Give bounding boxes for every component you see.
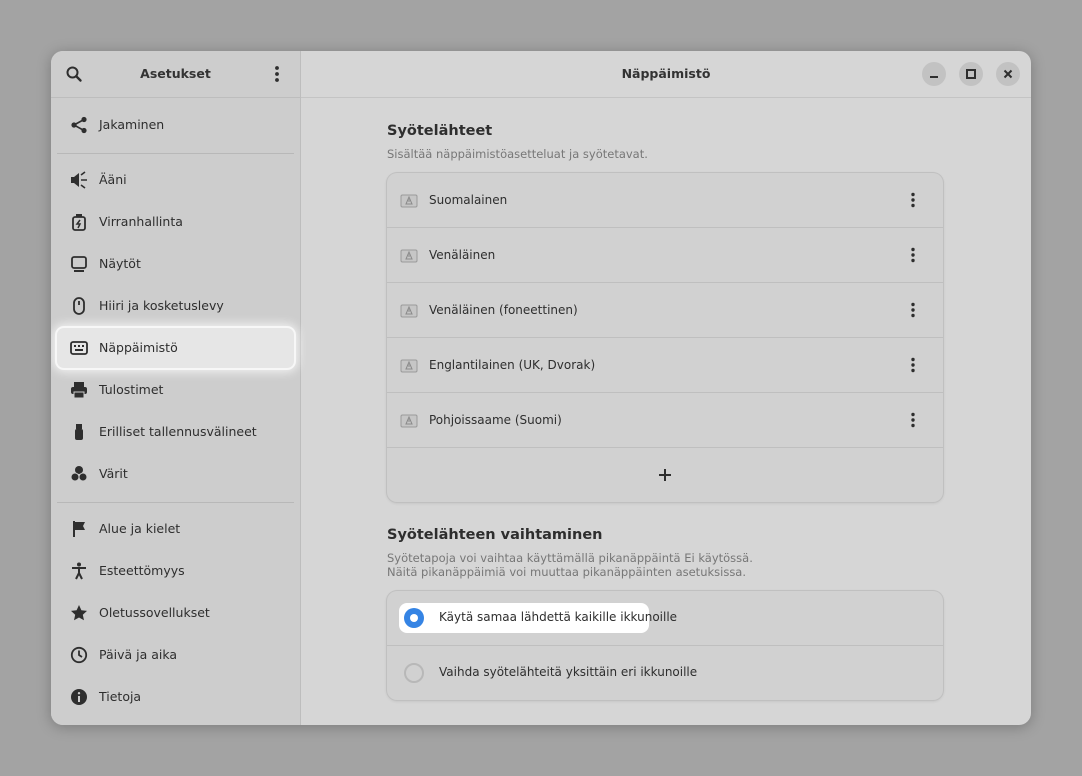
more-vertical-icon[interactable]: [903, 245, 923, 265]
maximize-icon: [966, 69, 976, 79]
keyboard-layout-icon: [400, 303, 418, 318]
minimize-button[interactable]: [922, 62, 946, 86]
input-sources-list: Suomalainen Venäläinen Venäläinen (fonee…: [387, 173, 943, 502]
sidebar-item-sharing[interactable]: Jakaminen: [57, 105, 294, 145]
keyboard-layout-icon: [400, 358, 418, 373]
sidebar-item-label: Tietoja: [99, 689, 142, 704]
input-source-label: Suomalainen: [429, 193, 508, 207]
main-header: Näppäimistö: [301, 51, 1031, 98]
sidebar: Asetukset Jakaminen Ääni Virranhallinta …: [51, 51, 301, 725]
sidebar-item-displays[interactable]: Näytöt: [57, 244, 294, 284]
radio-same-source[interactable]: Käytä samaa lähdettä kaikille ikkunoille: [387, 591, 943, 646]
sidebar-separator: [57, 502, 294, 503]
sidebar-header: Asetukset: [51, 51, 300, 98]
sidebar-item-sound[interactable]: Ääni: [57, 160, 294, 200]
display-icon: [70, 255, 88, 273]
add-input-source-button[interactable]: [387, 448, 943, 502]
sidebar-item-label: Tulostimet: [99, 382, 164, 397]
sidebar-item-label: Ääni: [99, 172, 127, 187]
sidebar-item-about[interactable]: Tietoja: [57, 677, 294, 717]
sidebar-item-label: Esteettömyys: [99, 563, 185, 578]
input-sources-subtitle: Sisältää näppäimistöasetteluat ja syötet…: [387, 147, 648, 161]
keyboard-layout-icon: [400, 193, 418, 208]
minimize-icon: [930, 76, 938, 78]
list-item[interactable]: Venäläinen (foneettinen): [387, 283, 943, 338]
input-source-label: Venäläinen: [429, 248, 496, 262]
sidebar-item-label: Hiiri ja kosketuslevy: [99, 298, 224, 313]
battery-icon: [70, 213, 88, 231]
sidebar-item-label: Päivä ja aika: [99, 647, 178, 662]
plus-icon: [659, 469, 671, 481]
info-icon: [70, 688, 88, 706]
sidebar-item-label: Virranhallinta: [99, 214, 183, 229]
sidebar-item-colors[interactable]: Värit: [57, 454, 294, 494]
close-icon: [1003, 69, 1013, 79]
radio-label: Käytä samaa lähdettä kaikille ikkunoille: [439, 610, 678, 624]
accessibility-icon: [70, 562, 88, 580]
mouse-icon: [70, 297, 88, 315]
switching-subtitle-2: Näitä pikanäppäimiä voi muuttaa pikanäpp…: [387, 565, 747, 579]
share-icon: [70, 116, 88, 134]
sidebar-item-default-apps[interactable]: Oletussovellukset: [57, 593, 294, 633]
switching-options: Käytä samaa lähdettä kaikille ikkunoille…: [387, 591, 943, 700]
switching-title: Syötelähteen vaihtaminen: [387, 527, 603, 543]
input-source-label: Venäläinen (foneettinen): [429, 303, 578, 317]
input-source-label: Englantilainen (UK, Dvorak): [429, 358, 596, 372]
usb-drive-icon: [70, 423, 88, 441]
list-item[interactable]: Pohjoissaame (Suomi): [387, 393, 943, 448]
sidebar-item-label: Erilliset tallennusvälineet: [99, 424, 257, 439]
flag-icon: [70, 520, 88, 538]
main-content: Näppäimistö Syötelähteet Sisältää näppäi…: [301, 51, 1031, 725]
sidebar-item-label: Jakaminen: [99, 117, 165, 132]
sidebar-item-label: Oletussovellukset: [99, 605, 210, 620]
radio-button-checked[interactable]: [404, 608, 424, 628]
radio-per-window[interactable]: Vaihda syötelähteitä yksittäin eri ikkun…: [387, 646, 943, 700]
more-vertical-icon[interactable]: [903, 355, 923, 375]
radio-label: Vaihda syötelähteitä yksittäin eri ikkun…: [439, 665, 698, 679]
keyboard-layout-icon: [400, 413, 418, 428]
close-button[interactable]: [996, 62, 1020, 86]
speaker-icon: [70, 171, 88, 189]
settings-window: Asetukset Jakaminen Ääni Virranhallinta …: [51, 51, 1031, 725]
more-vertical-icon[interactable]: [267, 64, 287, 84]
sidebar-item-label: Näppäimistö: [99, 340, 178, 355]
star-icon: [70, 604, 88, 622]
printer-icon: [70, 381, 88, 399]
sidebar-separator: [57, 153, 294, 154]
more-vertical-icon[interactable]: [903, 300, 923, 320]
maximize-button[interactable]: [959, 62, 983, 86]
input-source-label: Pohjoissaame (Suomi): [429, 413, 562, 427]
sidebar-title: Asetukset: [140, 66, 211, 81]
sidebar-item-date-time[interactable]: Päivä ja aika: [57, 635, 294, 675]
sidebar-item-label: Näytöt: [99, 256, 141, 271]
keyboard-icon: [70, 339, 88, 357]
list-item[interactable]: Venäläinen: [387, 228, 943, 283]
color-icon: [70, 465, 88, 483]
keyboard-layout-icon: [400, 248, 418, 263]
sidebar-item-label: Värit: [99, 466, 128, 481]
sidebar-item-region[interactable]: Alue ja kielet: [57, 509, 294, 549]
input-sources-title: Syötelähteet: [387, 123, 493, 139]
sidebar-item-accessibility[interactable]: Esteettömyys: [57, 551, 294, 591]
list-item[interactable]: Suomalainen: [387, 173, 943, 228]
radio-button-unchecked[interactable]: [404, 663, 424, 683]
sidebar-item-power[interactable]: Virranhallinta: [57, 202, 294, 242]
list-item[interactable]: Englantilainen (UK, Dvorak): [387, 338, 943, 393]
more-vertical-icon[interactable]: [903, 190, 923, 210]
sidebar-item-printers[interactable]: Tulostimet: [57, 370, 294, 410]
sidebar-item-label: Alue ja kielet: [99, 521, 181, 536]
switching-subtitle-1: Syötetapoja voi vaihtaa käyttämällä pika…: [387, 551, 753, 565]
clock-icon: [70, 646, 88, 664]
sidebar-item-mouse[interactable]: Hiiri ja kosketuslevy: [57, 286, 294, 326]
more-vertical-icon[interactable]: [903, 410, 923, 430]
sidebar-item-keyboard[interactable]: Näppäimistö: [57, 328, 294, 368]
sidebar-item-removable-media[interactable]: Erilliset tallennusvälineet: [57, 412, 294, 452]
